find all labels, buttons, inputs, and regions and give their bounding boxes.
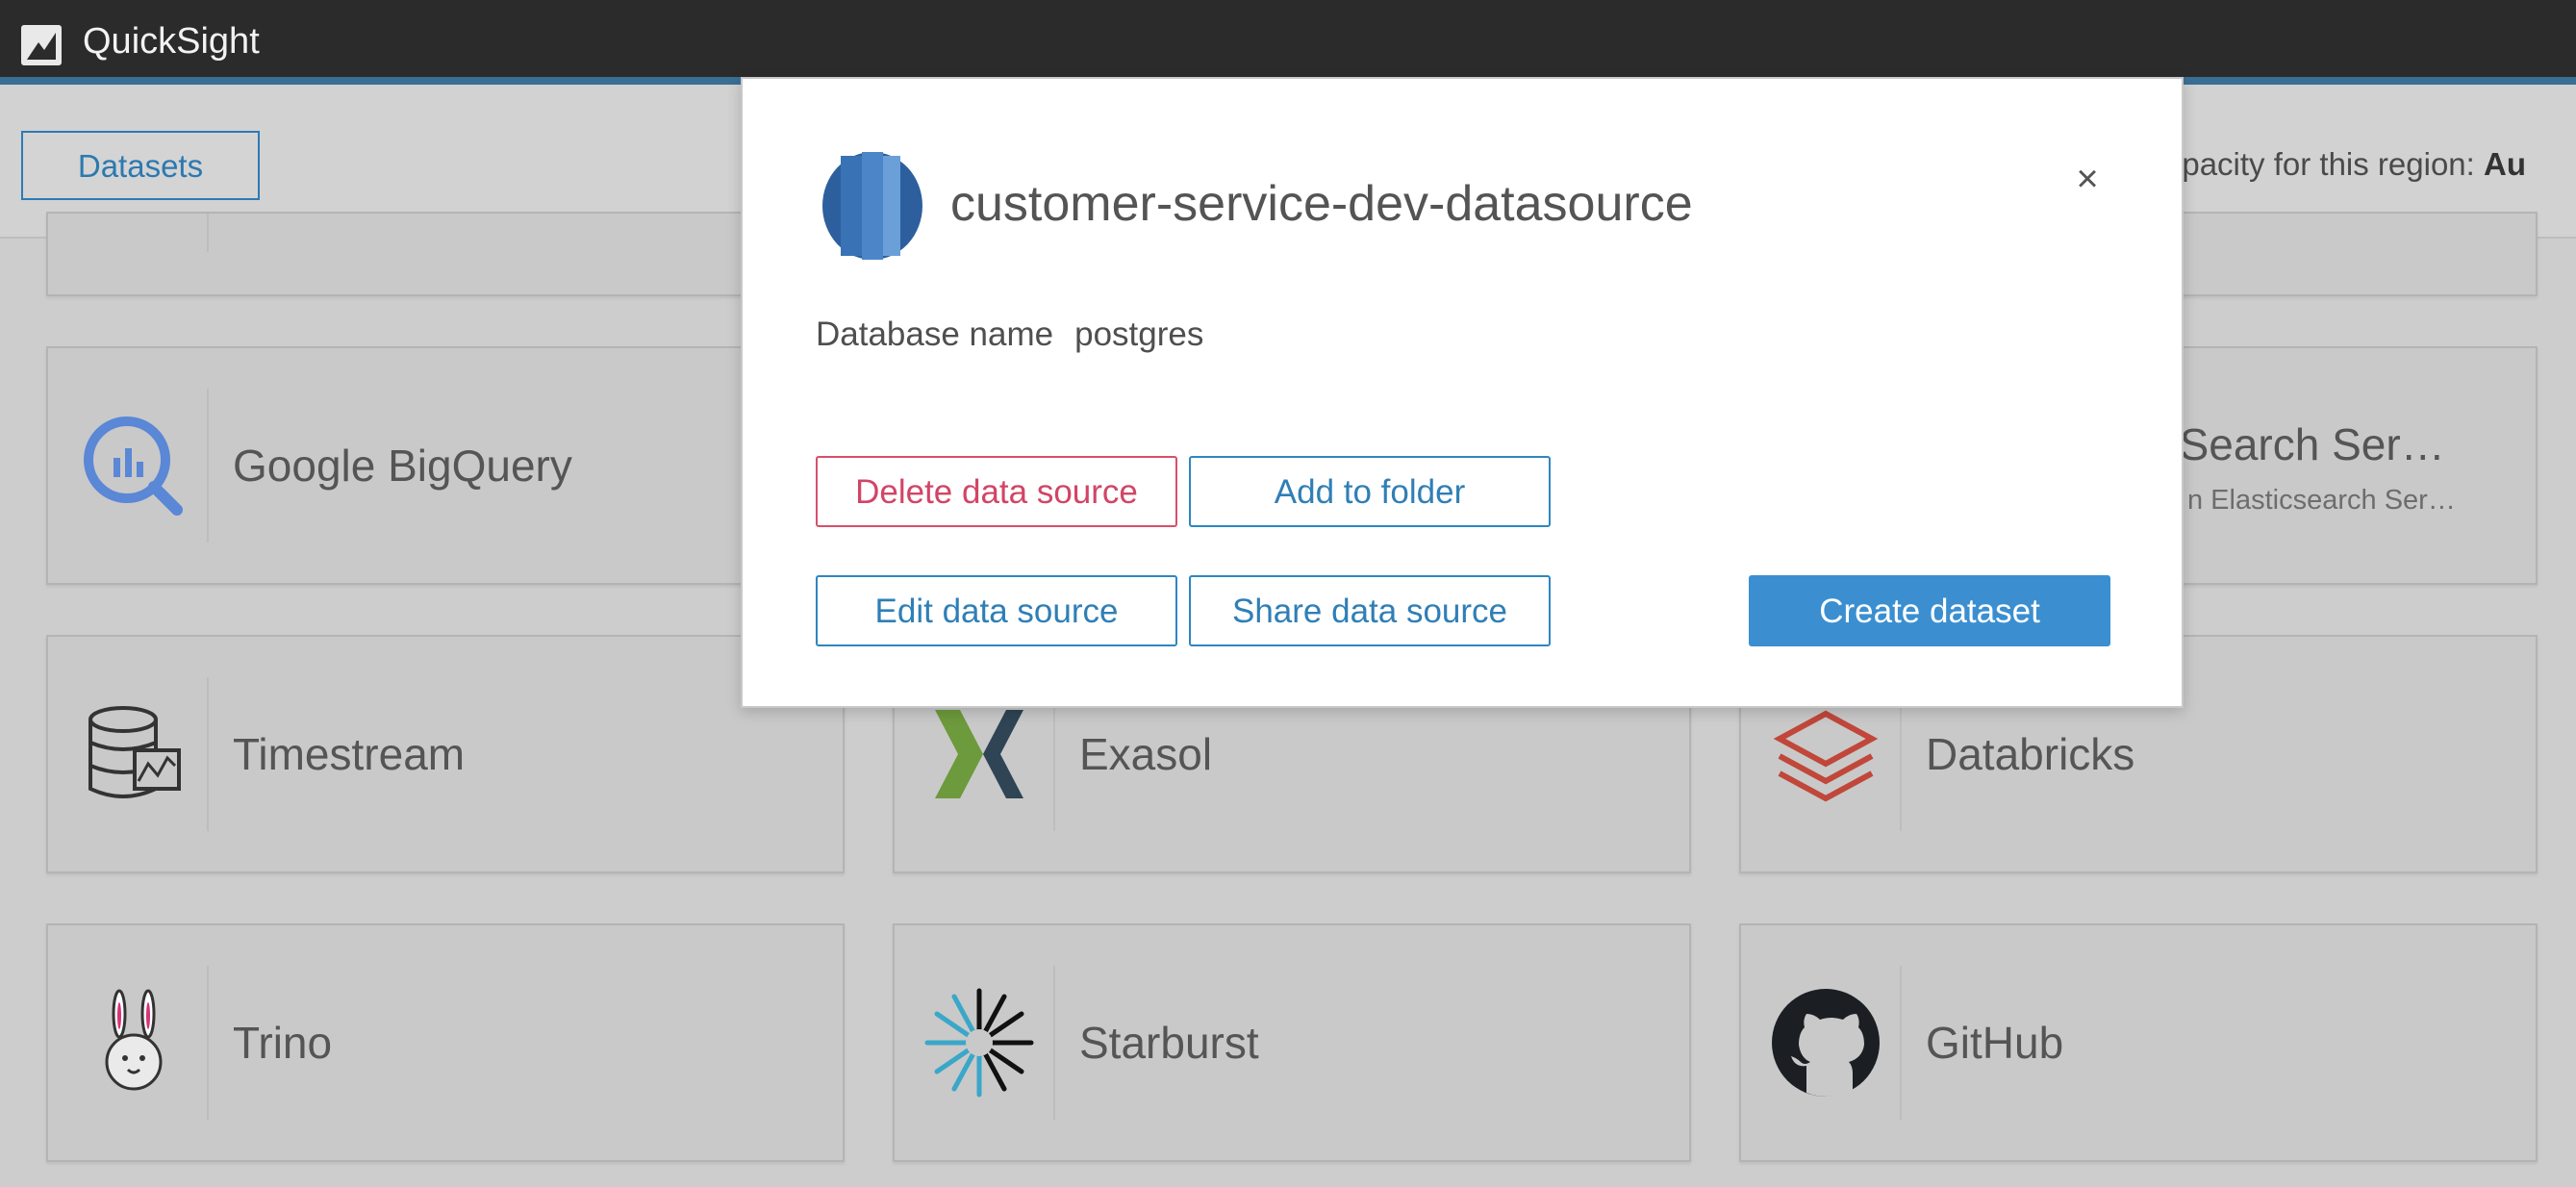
bigquery-icon — [84, 417, 183, 516]
card-divider — [207, 677, 209, 831]
timestream-icon — [88, 706, 181, 798]
card-label: Timestream — [233, 729, 466, 779]
database-name-value: postgres — [1074, 316, 1204, 353]
quicksight-logo-icon[interactable] — [21, 25, 62, 65]
data-source-card-timestream[interactable]: Timestream — [46, 635, 845, 873]
close-icon[interactable]: × — [2066, 158, 2109, 200]
data-source-title: customer-service-dev-datasource — [950, 176, 1693, 232]
share-data-source-button[interactable]: Share data source — [1189, 575, 1551, 646]
rds-database-icon — [822, 152, 922, 260]
add-to-folder-button[interactable]: Add to folder — [1189, 456, 1551, 527]
card-divider — [1900, 966, 1902, 1120]
card-divider — [1053, 966, 1055, 1120]
capacity-label: apacity for this region: — [2164, 146, 2484, 182]
card-label: Trino — [233, 1018, 333, 1068]
card-divider — [207, 966, 209, 1120]
card-label: Google BigQuery — [233, 441, 572, 491]
spice-capacity-text: apacity for this region: Au — [2164, 146, 2526, 183]
database-name-label: Database name — [816, 316, 1054, 353]
card-sublabel: n Elasticsearch Ser… — [2187, 485, 2456, 516]
data-source-card-google-bigquery[interactable]: Google BigQuery — [46, 346, 845, 585]
card-label: Databricks — [1926, 729, 2135, 779]
edit-data-source-button[interactable]: Edit data source — [816, 575, 1177, 646]
database-name-row: Database name postgres — [816, 316, 1203, 354]
data-source-card-starburst[interactable]: Starburst — [893, 923, 1691, 1162]
app-title[interactable]: QuickSight — [83, 21, 260, 63]
create-dataset-button[interactable]: Create dataset — [1749, 575, 2110, 646]
exasol-icon — [935, 710, 1023, 798]
starburst-icon — [924, 988, 1034, 1098]
data-source-card[interactable] — [46, 212, 845, 296]
datasets-button[interactable]: Datasets — [21, 131, 260, 200]
card-label: Starburst — [1079, 1018, 1259, 1068]
card-label: nSearch Ser… — [2155, 419, 2445, 469]
card-label: GitHub — [1926, 1018, 2064, 1068]
capacity-value: Au — [2484, 146, 2526, 182]
databricks-icon — [1773, 710, 1879, 802]
trino-icon — [105, 989, 163, 1091]
card-divider — [207, 214, 209, 252]
github-icon — [1772, 989, 1880, 1097]
data-source-modal: customer-service-dev-datasource × Databa… — [741, 77, 2184, 708]
card-label: Exasol — [1079, 729, 1213, 779]
top-navigation-bar: QuickSight — [0, 0, 2576, 85]
card-divider — [207, 389, 209, 543]
delete-data-source-button[interactable]: Delete data source — [816, 456, 1177, 527]
data-source-card-trino[interactable]: Trino — [46, 923, 845, 1162]
data-source-card-github[interactable]: GitHub — [1739, 923, 2538, 1162]
